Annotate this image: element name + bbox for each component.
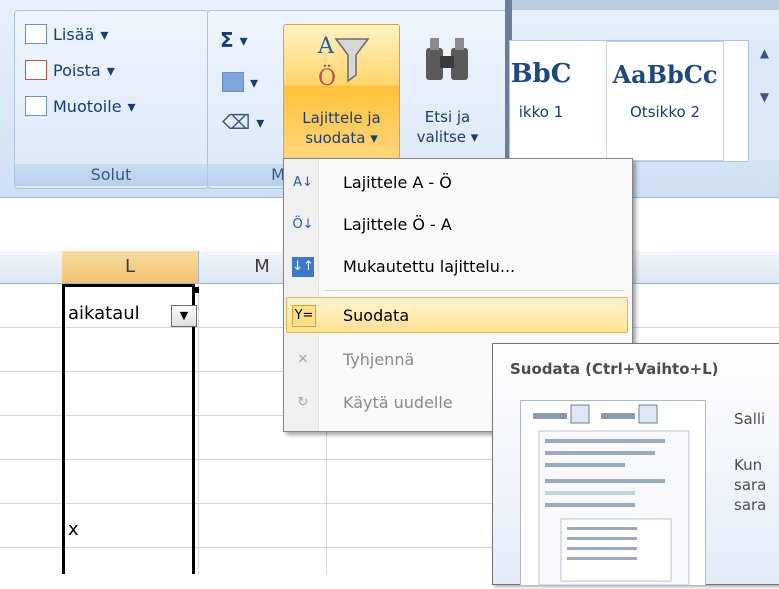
cell-x-value[interactable]: x: [68, 519, 79, 540]
scroll-up-icon[interactable]: ▲: [749, 46, 779, 60]
format-cells-icon: [25, 96, 47, 116]
scroll-down-icon[interactable]: ▼: [749, 90, 779, 104]
tooltip-text-line: Kun: [734, 456, 763, 474]
menu-item-custom-sort[interactable]: ↓↑ Mukautettu lajittelu...: [286, 249, 628, 285]
find-select-button[interactable]: Etsi ja valitse ▾: [400, 24, 495, 157]
menu-item-sort-a-o[interactable]: A↓ Lajittele A - Ö: [286, 165, 628, 201]
fill-handle[interactable]: [193, 287, 199, 293]
chevron-down-icon: ▾: [370, 129, 378, 147]
selected-column-border: [62, 284, 195, 574]
custom-sort-icon: ↓↑: [292, 257, 314, 277]
column-header-l[interactable]: L: [62, 251, 199, 283]
style-heading-1[interactable]: BbC ikko 1: [482, 41, 600, 161]
styles-gallery: BbC ikko 1 AaBbCc Otsikko 2: [509, 40, 749, 162]
eraser-icon: ⌫: [222, 110, 251, 134]
column-line: [198, 283, 199, 574]
format-button[interactable]: Muotoile ▾: [25, 91, 136, 121]
cell-schedule-header[interactable]: aikataul: [68, 303, 140, 324]
filter-icon: Y=: [292, 305, 316, 327]
sort-filter-funnel-icon: A Ö: [314, 31, 370, 91]
clear-filter-icon: ✕: [297, 352, 309, 367]
clear-button[interactable]: ⌫ ▾: [222, 107, 264, 137]
menu-item-filter[interactable]: Y= Suodata: [286, 297, 628, 333]
find-select-label-line2: valitse ▾: [416, 128, 479, 146]
styles-gallery-scroll[interactable]: ▲ ▼: [748, 40, 779, 160]
delete-button[interactable]: Poista ▾: [25, 55, 115, 85]
window-title-strip: [512, 0, 779, 10]
chevron-down-icon: ▼: [179, 309, 189, 322]
insert-cells-icon: [25, 24, 47, 44]
autosum-button[interactable]: Σ ▾: [220, 25, 248, 55]
find-select-label-line1: Etsi ja: [424, 108, 471, 126]
sort-filter-label-line2: suodata ▾: [305, 129, 378, 147]
menu-separator: [324, 290, 624, 291]
tooltip-text-line: sara: [734, 476, 767, 494]
cells-group-caption: Solut: [15, 164, 207, 186]
style-heading-2[interactable]: AaBbCc Otsikko 2: [606, 41, 724, 161]
chevron-down-icon: ▾: [239, 30, 248, 50]
filter-tooltip: Suodata (Ctrl+Vaihto+L) Salli Kun sara s…: [492, 343, 779, 586]
column-header-k[interactable]: [0, 251, 63, 283]
chevron-down-icon: ▾: [127, 96, 136, 116]
sort-filter-button[interactable]: A Ö Lajittele ja suodata ▾: [283, 24, 400, 159]
delete-cells-icon: [25, 60, 47, 80]
chevron-down-icon: ▾: [256, 112, 265, 132]
svg-text:A: A: [317, 34, 335, 59]
sort-descending-icon: Ö↓: [292, 217, 314, 232]
filter-preview-image: [520, 400, 706, 586]
sigma-icon: Σ: [220, 28, 234, 52]
tooltip-text-line: sara: [734, 496, 767, 514]
filter-dropdown-button[interactable]: ▼: [171, 305, 197, 327]
svg-text:Ö: Ö: [318, 64, 336, 91]
menu-item-sort-o-a[interactable]: Ö↓ Lajittele Ö - A: [286, 207, 628, 243]
sort-filter-label-line1: Lajittele ja: [302, 109, 381, 127]
sort-ascending-icon: A↓: [293, 175, 313, 190]
tooltip-text-line: Salli: [734, 410, 766, 428]
chevron-down-icon: ▾: [100, 24, 109, 44]
chevron-down-icon: ▾: [470, 128, 479, 146]
reapply-filter-icon: ↻: [297, 395, 309, 410]
binoculars-icon: [422, 30, 472, 90]
fill-down-icon: [222, 72, 244, 92]
cells-group: Lisää ▾ Poista ▾ Muotoile ▾: [14, 10, 209, 189]
chevron-down-icon: ▾: [250, 72, 259, 92]
tooltip-title: Suodata (Ctrl+Vaihto+L): [510, 360, 719, 378]
fill-button[interactable]: ▾: [222, 67, 258, 97]
insert-button[interactable]: Lisää ▾: [25, 19, 108, 49]
chevron-down-icon: ▾: [106, 60, 115, 80]
